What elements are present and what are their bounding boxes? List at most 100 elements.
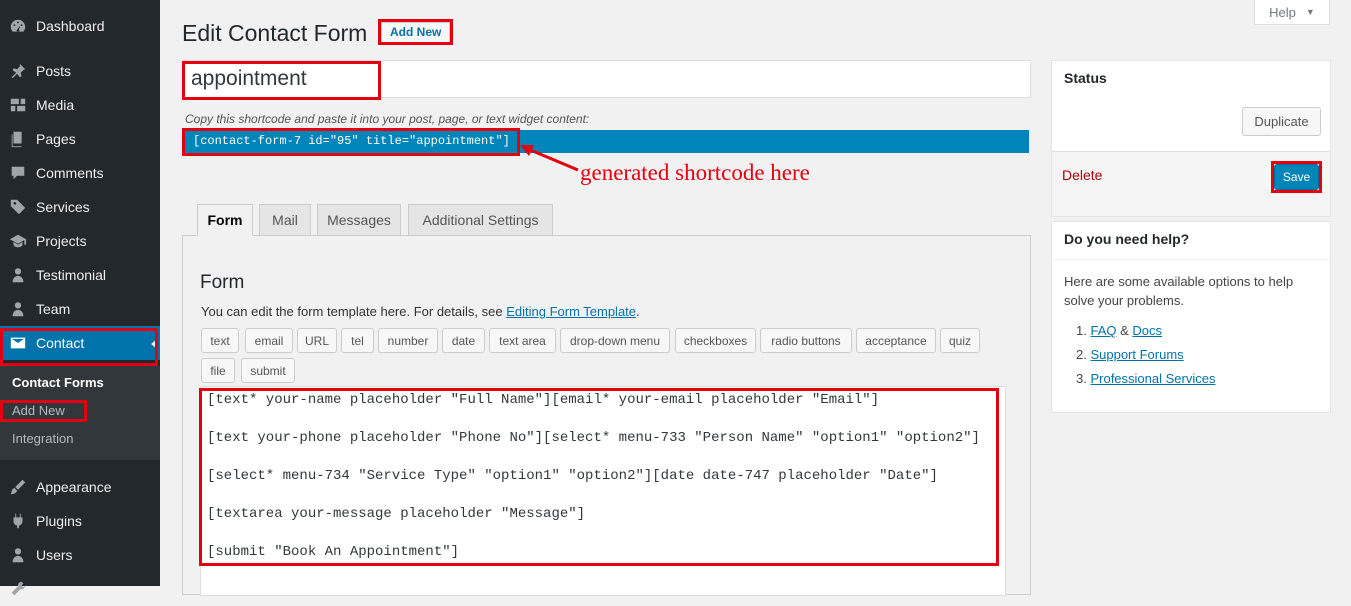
- mail-icon: [8, 333, 28, 353]
- help-item-3: 3. Professional Services: [1076, 371, 1215, 386]
- tab-messages[interactable]: Messages: [317, 204, 401, 236]
- annotation-arrow-icon: [520, 145, 579, 172]
- template-line: [text* your-name placeholder "Full Name"…: [207, 392, 880, 408]
- menu-services-label: Services: [36, 199, 90, 215]
- menu-testimonial-label: Testimonial: [36, 267, 107, 283]
- menu-services[interactable]: Services: [0, 190, 160, 224]
- dashboard-icon: [8, 16, 28, 36]
- help-item-sep: &: [1116, 323, 1133, 338]
- menu-media[interactable]: Media: [0, 88, 160, 122]
- portfolio-icon: [8, 231, 28, 251]
- user-icon: [8, 299, 28, 319]
- active-pointer-icon: [151, 339, 157, 349]
- form-description-text: You can edit the form template here. For…: [201, 304, 507, 319]
- tag-button-checkboxes[interactable]: checkboxes: [675, 328, 756, 353]
- user-icon: [8, 545, 28, 565]
- plug-icon: [8, 511, 28, 531]
- menu-media-label: Media: [36, 97, 75, 113]
- duplicate-button[interactable]: Duplicate: [1242, 107, 1321, 136]
- form-template-editor[interactable]: [200, 386, 1006, 596]
- tag-button-dropdown[interactable]: drop-down menu: [560, 328, 670, 353]
- menu-appearance-label: Appearance: [36, 479, 112, 495]
- submenu-add-new[interactable]: Add New: [12, 403, 65, 418]
- template-line: [select* menu-734 "Service Type" "option…: [207, 468, 938, 484]
- form-description: You can edit the form template here. For…: [201, 304, 640, 319]
- template-line: [submit "Book An Appointment"]: [207, 544, 460, 560]
- tag-button-tel[interactable]: tel: [341, 328, 374, 353]
- menu-dashboard[interactable]: Dashboard: [0, 9, 160, 43]
- save-button[interactable]: Save: [1274, 164, 1319, 190]
- tag-icon: [8, 197, 28, 217]
- tab-mail[interactable]: Mail: [259, 204, 311, 236]
- form-description-end: .: [636, 304, 640, 319]
- menu-projects[interactable]: Projects: [0, 224, 160, 258]
- docs-link[interactable]: Docs: [1132, 323, 1162, 338]
- main-content: Edit Contact Form Add New Help ▼ Copy th…: [160, 0, 1351, 596]
- menu-posts-label: Posts: [36, 63, 72, 79]
- pages-icon: [8, 129, 28, 149]
- tag-button-quiz[interactable]: quiz: [940, 328, 980, 353]
- media-icon: [8, 95, 28, 115]
- menu-plugins[interactable]: Plugins: [0, 504, 160, 538]
- menu-appearance[interactable]: Appearance: [0, 470, 160, 504]
- tag-button-text[interactable]: text: [201, 328, 239, 353]
- triangle-down-icon: ▼: [1305, 7, 1315, 17]
- menu-pages-label: Pages: [36, 131, 76, 147]
- add-new-button[interactable]: Add New: [381, 22, 451, 43]
- delete-link[interactable]: Delete: [1062, 167, 1102, 183]
- menu-pages[interactable]: Pages: [0, 122, 160, 156]
- tag-button-radio[interactable]: radio buttons: [760, 328, 852, 353]
- tag-button-file[interactable]: file: [201, 358, 235, 383]
- tag-button-acceptance[interactable]: acceptance: [856, 328, 936, 353]
- annotation-text: generated shortcode here: [580, 160, 810, 185]
- comment-icon: [8, 163, 28, 183]
- help-divider: [1052, 259, 1330, 260]
- faq-link[interactable]: FAQ: [1090, 323, 1116, 338]
- status-title: Status: [1064, 70, 1107, 86]
- tag-button-email[interactable]: email: [245, 328, 293, 353]
- help-item-1: 1. FAQ & Docs: [1076, 323, 1162, 338]
- tag-button-submit[interactable]: submit: [241, 358, 295, 383]
- form-title-input[interactable]: [182, 60, 1031, 98]
- tab-form[interactable]: Form: [197, 204, 253, 236]
- menu-testimonial[interactable]: Testimonial: [0, 258, 160, 292]
- menu-dashboard-label: Dashboard: [36, 18, 105, 34]
- menu-contact[interactable]: Contact: [0, 326, 160, 360]
- menu-team-label: Team: [36, 301, 71, 317]
- admin-sidebar: Dashboard Posts Media Pages Comments Ser…: [0, 0, 160, 596]
- submenu-integration[interactable]: Integration: [12, 431, 73, 446]
- pin-icon: [8, 61, 28, 81]
- menu-projects-label: Projects: [36, 233, 87, 249]
- menu-users[interactable]: Users: [0, 538, 160, 572]
- template-line: [textarea your-message placeholder "Mess…: [207, 506, 586, 522]
- page-title: Edit Contact Form: [182, 20, 368, 46]
- tag-button-number[interactable]: number: [378, 328, 438, 353]
- menu-team[interactable]: Team: [0, 292, 160, 326]
- menu-comments[interactable]: Comments: [0, 156, 160, 190]
- help-tab[interactable]: Help ▼: [1254, 0, 1330, 25]
- shortcode-text[interactable]: [contact-form-7 id="95" title="appointme…: [193, 134, 510, 148]
- tab-additional-settings[interactable]: Additional Settings: [408, 204, 553, 236]
- tag-button-date[interactable]: date: [442, 328, 485, 353]
- editing-form-template-link[interactable]: Editing Form Template: [506, 304, 636, 319]
- contact-submenu: Contact Forms Add New Integration: [0, 366, 160, 460]
- menu-contact-label: Contact: [36, 335, 85, 351]
- tag-button-textarea[interactable]: text area: [489, 328, 556, 353]
- template-line: [text your-phone placeholder "Phone No"]…: [207, 430, 980, 446]
- help-item-num: 1.: [1076, 323, 1087, 338]
- menu-posts[interactable]: Posts: [0, 54, 160, 88]
- help-item-num: 3.: [1076, 371, 1087, 386]
- wrench-icon: [8, 579, 28, 599]
- help-tab-label: Help: [1269, 4, 1296, 20]
- brush-icon: [8, 477, 28, 497]
- menu-plugins-label: Plugins: [36, 513, 82, 529]
- menu-comments-label: Comments: [36, 165, 104, 181]
- submenu-contact-forms[interactable]: Contact Forms: [12, 375, 104, 390]
- shortcode-hint: Copy this shortcode and paste it into yo…: [185, 112, 590, 126]
- tag-button-url[interactable]: URL: [297, 328, 337, 353]
- form-panel-heading: Form: [200, 272, 245, 293]
- professional-services-link[interactable]: Professional Services: [1090, 371, 1215, 386]
- support-forums-link[interactable]: Support Forums: [1090, 347, 1183, 362]
- menu-tools[interactable]: [0, 572, 160, 606]
- help-text: Here are some available options to help …: [1064, 274, 1294, 308]
